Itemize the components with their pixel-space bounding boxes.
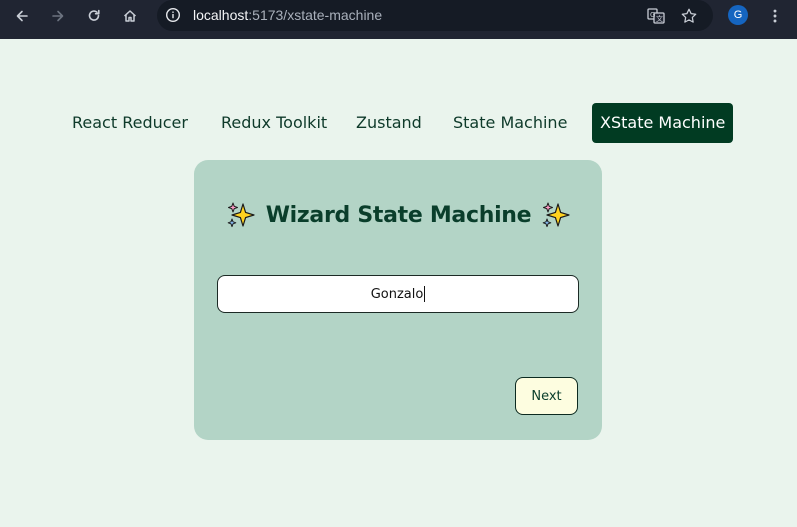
tab-xstate-machine[interactable]: XState Machine	[592, 103, 734, 143]
text-caret	[424, 286, 426, 302]
back-icon[interactable]	[12, 6, 32, 26]
sparkles-icon	[226, 200, 256, 230]
svg-text:文: 文	[656, 14, 663, 23]
tab-zustand[interactable]: Zustand	[348, 103, 430, 143]
translate-icon[interactable]: G文	[646, 6, 666, 26]
home-icon[interactable]	[120, 6, 140, 26]
menu-kebab-icon[interactable]	[765, 6, 785, 26]
forward-icon[interactable]	[48, 6, 68, 26]
name-input[interactable]: Gonzalo	[217, 275, 579, 313]
wizard-title: Wizard State Machine	[265, 202, 532, 228]
reload-icon[interactable]	[84, 6, 104, 26]
url-path: :5173/xstate-machine	[248, 7, 383, 23]
tab-state-machine[interactable]: State Machine	[445, 103, 575, 143]
browser-toolbar: localhost:5173/xstate-machine G文 G	[0, 0, 797, 39]
profile-avatar[interactable]: G	[728, 5, 748, 25]
svg-text:G: G	[650, 11, 655, 19]
url-text: localhost:5173/xstate-machine	[193, 7, 382, 23]
sparkles-icon	[541, 200, 571, 230]
name-input-value: Gonzalo	[370, 286, 424, 302]
bookmark-star-icon[interactable]	[679, 6, 699, 26]
tab-react-reducer[interactable]: React Reducer	[64, 103, 196, 143]
site-info-icon[interactable]	[165, 7, 181, 23]
tab-redux-toolkit[interactable]: Redux Toolkit	[213, 103, 335, 143]
url-host: localhost	[193, 7, 249, 23]
next-button[interactable]: Next	[515, 377, 578, 415]
wizard-header: Wizard State Machine	[0, 200, 797, 230]
address-bar[interactable]: localhost:5173/xstate-machine	[157, 0, 713, 31]
